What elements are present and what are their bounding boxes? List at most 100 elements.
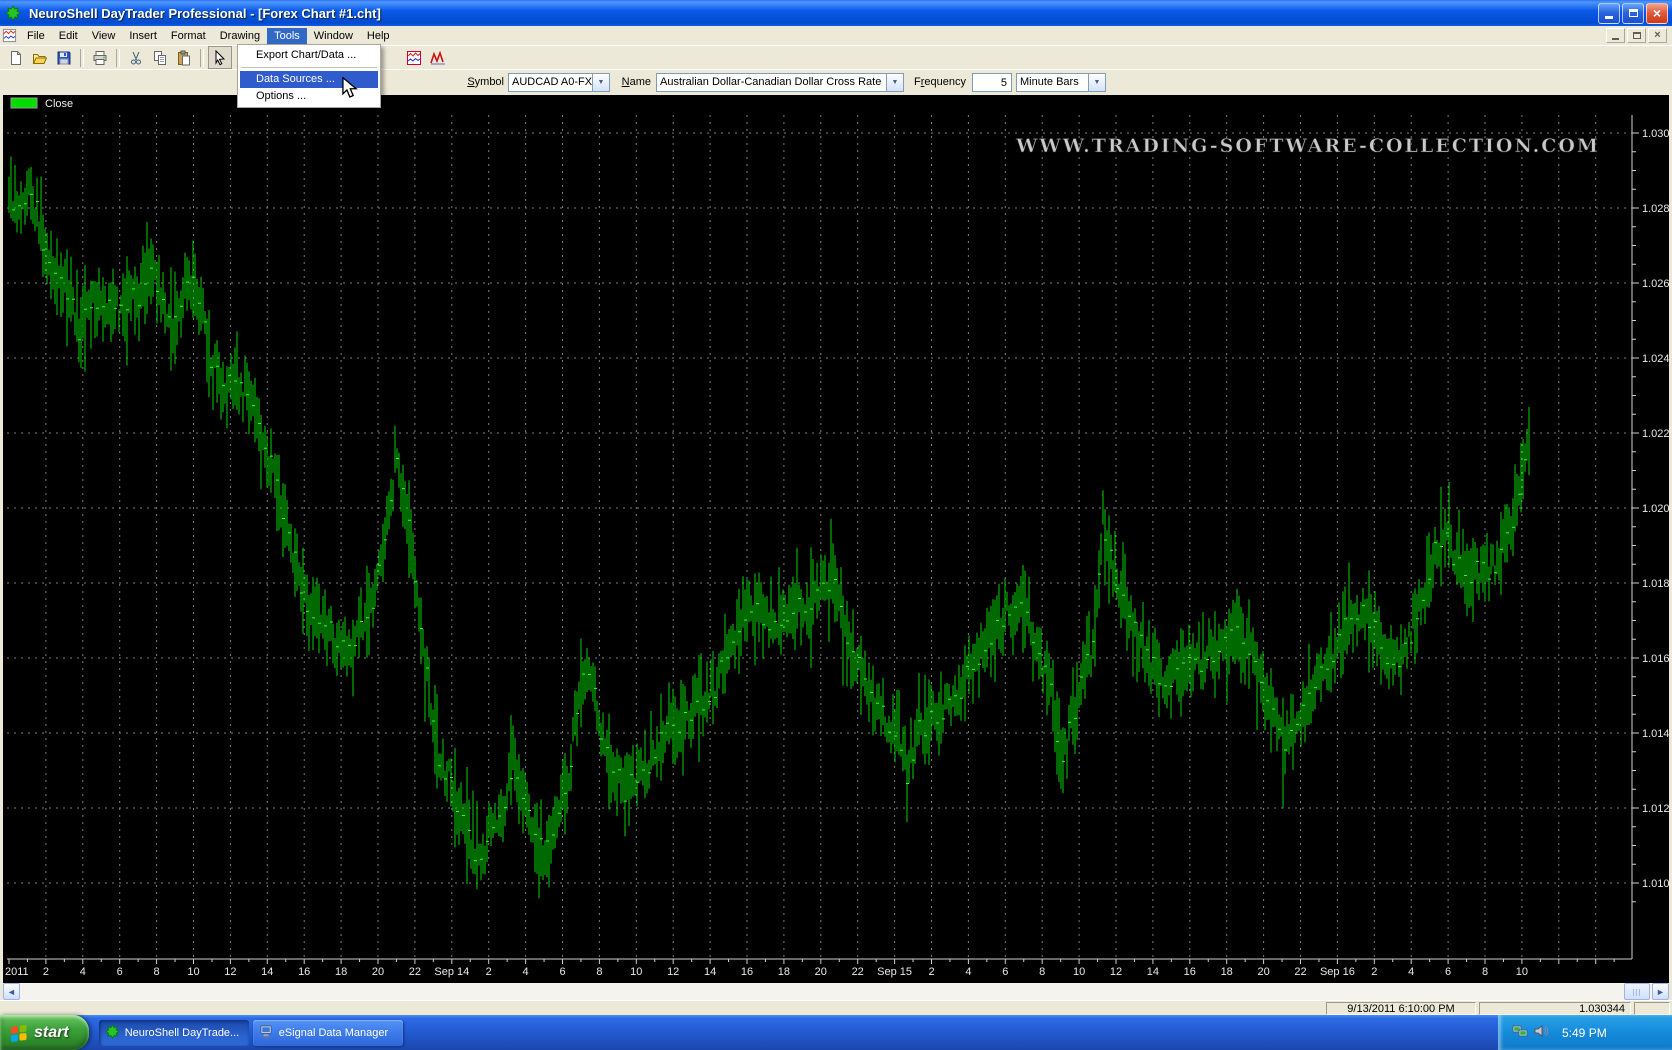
svg-text:Sep 14: Sep 14: [434, 966, 469, 978]
svg-text:18: 18: [1221, 966, 1233, 978]
menu-insert[interactable]: Insert: [122, 28, 164, 44]
menu-view[interactable]: View: [85, 28, 123, 44]
menu-edit[interactable]: Edit: [52, 28, 85, 44]
scroll-left-button[interactable]: ◄: [3, 983, 20, 1000]
menu-window[interactable]: Window: [307, 28, 360, 44]
bar-type-value: Minute Bars: [1017, 74, 1088, 91]
bar-type-combobox[interactable]: Minute Bars ▼: [1016, 73, 1106, 92]
menu-file[interactable]: File: [20, 28, 52, 44]
clock: 5:49 PM: [1562, 1026, 1607, 1040]
minimize-icon: [1605, 16, 1613, 19]
svg-text:8: 8: [154, 966, 160, 978]
svg-text:6: 6: [1002, 966, 1008, 978]
mdi-minimize-button[interactable]: [1606, 28, 1625, 43]
menu-drawing[interactable]: Drawing: [213, 28, 267, 44]
close-button[interactable]: ×: [1646, 3, 1668, 24]
svg-text:1.028: 1.028: [1642, 203, 1669, 215]
cut-icon[interactable]: [124, 46, 148, 69]
open-file-icon[interactable]: [28, 46, 52, 69]
restore-button[interactable]: [1622, 3, 1644, 24]
task-label: eSignal Data Manager: [279, 1027, 388, 1039]
svg-text:16: 16: [298, 966, 310, 978]
svg-text:2: 2: [486, 966, 492, 978]
chart-document-icon: [2, 28, 20, 44]
frequency-label: Frequency: [912, 76, 966, 88]
name-combobox[interactable]: Australian Dollar-Canadian Dollar Cross …: [656, 73, 904, 92]
system-tray: 5:49 PM: [1498, 1015, 1672, 1050]
svg-text:14: 14: [261, 966, 273, 978]
start-label: start: [34, 1024, 69, 1042]
chart-style-icon[interactable]: [402, 46, 426, 69]
taskbar-button-esignal-data-manager[interactable]: eSignal Data Manager: [253, 1020, 403, 1046]
volume-icon[interactable]: [1533, 1023, 1549, 1042]
neuroshell-icon: [105, 1024, 120, 1042]
status-stub-cell: [1634, 1002, 1670, 1015]
svg-text:10: 10: [1516, 966, 1528, 978]
esignal-icon: [259, 1024, 274, 1042]
svg-text:22: 22: [1294, 966, 1306, 978]
copy-icon[interactable]: [148, 46, 172, 69]
svg-text:16: 16: [1184, 966, 1196, 978]
menu-tools[interactable]: Tools: [267, 28, 307, 44]
svg-text:10: 10: [1073, 966, 1085, 978]
forex-chart[interactable]: 1.0301.0281.0261.0241.0221.0201.0181.016…: [0, 95, 1672, 983]
menu-separator: [241, 67, 377, 68]
svg-text:20: 20: [815, 966, 827, 978]
scrollbar-thumb[interactable]: [1624, 983, 1650, 1000]
svg-text:4: 4: [523, 966, 529, 978]
mdi-close-button[interactable]: ×: [1648, 28, 1667, 43]
svg-text:2: 2: [43, 966, 49, 978]
svg-text:16: 16: [741, 966, 753, 978]
mdi-restore-button[interactable]: [1627, 28, 1646, 43]
svg-text:4: 4: [80, 966, 86, 978]
frequency-input[interactable]: [972, 73, 1012, 92]
minimize-button[interactable]: [1598, 3, 1620, 24]
svg-text:10: 10: [630, 966, 642, 978]
window-title: NeuroShell DayTrader Professional - [For…: [29, 6, 381, 21]
svg-text:14: 14: [704, 966, 716, 978]
svg-text:6: 6: [117, 966, 123, 978]
start-button[interactable]: start: [0, 1015, 89, 1050]
dropdown-arrow-icon[interactable]: ▼: [1088, 74, 1105, 91]
svg-text:Close: Close: [45, 98, 73, 110]
print-icon[interactable]: [88, 46, 112, 69]
paste-icon[interactable]: [172, 46, 196, 69]
dropdown-arrow-icon[interactable]: ▼: [886, 74, 903, 91]
task-label: NeuroShell DayTrade...: [125, 1027, 240, 1039]
save-icon[interactable]: [52, 46, 76, 69]
menu-format[interactable]: Format: [164, 28, 213, 44]
taskbar: start NeuroShell DayTrade... eSignal Data…: [0, 1015, 1672, 1050]
windows-logo-icon: [10, 1024, 28, 1042]
svg-text:1.020: 1.020: [1642, 503, 1669, 515]
scroll-right-button[interactable]: ►: [1652, 983, 1669, 1000]
mouse-cursor: [341, 77, 361, 99]
new-file-icon[interactable]: [4, 46, 28, 69]
chart-horizontal-scrollbar[interactable]: ◄ ►: [3, 983, 1669, 1000]
svg-text:Sep 15: Sep 15: [877, 966, 912, 978]
pointer-icon[interactable]: [208, 46, 232, 69]
dropdown-arrow-icon[interactable]: ▼: [592, 74, 609, 91]
app-icon: [5, 5, 23, 21]
name-value: Australian Dollar-Canadian Dollar Cross …: [657, 74, 886, 91]
taskbar-button-neuroshell-daytrade[interactable]: NeuroShell DayTrade...: [99, 1020, 249, 1046]
toolbar-separator: [200, 49, 204, 67]
svg-text:1.030: 1.030: [1642, 128, 1669, 140]
network-icon[interactable]: [1512, 1023, 1528, 1042]
svg-text:1.016: 1.016: [1642, 653, 1669, 665]
svg-text:8: 8: [1482, 966, 1488, 978]
price-chart-canvas[interactable]: 1.0301.0281.0261.0241.0221.0201.0181.016…: [3, 95, 1669, 983]
svg-text:1.022: 1.022: [1642, 428, 1669, 440]
svg-text:10: 10: [187, 966, 199, 978]
menu-item-export-chart-data[interactable]: Export Chart/Data ...: [240, 47, 378, 64]
symbol-combobox[interactable]: AUDCAD A0-FX ▼: [508, 73, 610, 92]
menu-bar: FileEditViewInsertFormatDrawingToolsWind…: [0, 26, 1672, 45]
menu-help[interactable]: Help: [360, 28, 397, 44]
mdi-minimize-icon: [1612, 38, 1619, 40]
svg-text:1.018: 1.018: [1642, 578, 1669, 590]
status-price-value: 1.030344: [1479, 1002, 1631, 1015]
svg-text:12: 12: [667, 966, 679, 978]
svg-text:1.026: 1.026: [1642, 278, 1669, 290]
indicator-icon[interactable]: [426, 46, 450, 69]
restore-icon: [1629, 9, 1638, 17]
symbol-label: Symbol: [462, 76, 504, 88]
